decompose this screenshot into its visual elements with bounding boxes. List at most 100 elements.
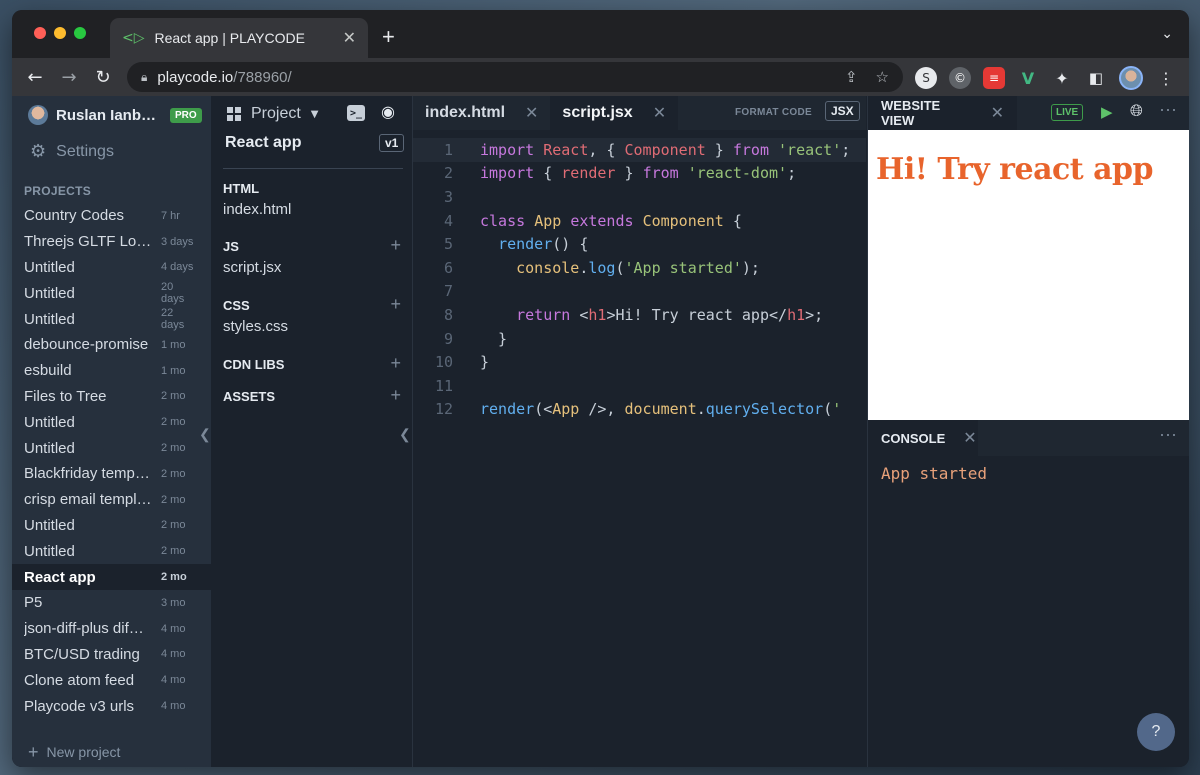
new-project-button[interactable]: + New project xyxy=(28,737,211,767)
project-list-item[interactable]: BTC/USD trading 4 mo xyxy=(12,642,211,668)
back-button[interactable]: ← xyxy=(18,67,52,88)
live-badge[interactable]: LIVE xyxy=(1051,104,1084,121)
settings-link[interactable]: ⚙ Settings xyxy=(30,141,114,162)
divider xyxy=(223,168,403,169)
reload-button[interactable]: ↻ xyxy=(86,67,120,88)
project-date: 2 mo xyxy=(161,545,186,558)
run-play-icon[interactable]: ▶ xyxy=(1101,103,1113,121)
file-item[interactable]: index.html xyxy=(223,201,401,218)
project-list-item[interactable]: Files to Tree 2 mo xyxy=(12,384,211,410)
project-name: esbuild xyxy=(24,362,72,380)
code-area[interactable]: 1 import React, { Component } from 'react… xyxy=(413,138,866,421)
project-date: 4 mo xyxy=(161,674,186,687)
browser-tab[interactable]: <▷ React app | PLAYCODE ✕ xyxy=(110,18,368,58)
project-list-item[interactable]: Untitled 22 days xyxy=(12,306,211,332)
project-list-item[interactable]: Clone atom feed 4 mo xyxy=(12,667,211,693)
extension-s-icon[interactable]: S xyxy=(915,67,937,89)
add-file-icon[interactable]: + xyxy=(390,354,401,372)
close-tab-icon[interactable]: ✕ xyxy=(963,428,976,448)
project-date: 3 mo xyxy=(161,596,186,609)
project-list-item[interactable]: P5 3 mo xyxy=(12,590,211,616)
project-name: Untitled xyxy=(24,413,75,431)
close-tab-icon[interactable]: ✕ xyxy=(525,103,538,123)
project-list-item[interactable]: esbuild 1 mo xyxy=(12,358,211,384)
file-item[interactable]: script.jsx xyxy=(223,259,401,276)
browser-menu-icon[interactable]: ⋮ xyxy=(1155,67,1177,89)
project-date: 4 mo xyxy=(161,648,186,661)
tab-console[interactable]: CONSOLE ✕ xyxy=(868,420,978,456)
help-button[interactable]: ? xyxy=(1137,713,1175,751)
version-badge[interactable]: v1 xyxy=(379,134,405,152)
file-section: CDN LIBS + xyxy=(223,354,401,372)
collapse-sidebar-icon[interactable]: ❮ xyxy=(199,426,211,443)
project-list-item[interactable]: Threejs GLTF Lo… 3 days xyxy=(12,229,211,255)
tab-index-html[interactable]: index.html ✕ xyxy=(413,96,550,130)
tab-website-view[interactable]: WEBSITE VIEW ✕ xyxy=(868,96,1017,130)
vue-devtools-icon[interactable]: V xyxy=(1017,67,1039,89)
maximize-window-button[interactable] xyxy=(74,27,86,39)
website-preview[interactable]: Hi! Try react app xyxy=(868,130,1189,420)
project-list-item[interactable]: Untitled 2 mo xyxy=(12,435,211,461)
code-line: 2 import { render } from 'react-dom'; xyxy=(443,164,797,183)
file-section: HTML index.html xyxy=(223,181,401,218)
file-item[interactable]: styles.css xyxy=(223,318,401,335)
new-tab-button[interactable]: + xyxy=(382,24,395,50)
playcode-logo-icon: <▷ xyxy=(122,30,145,46)
profile-avatar[interactable] xyxy=(1119,66,1143,90)
collapse-files-icon[interactable]: ❮ xyxy=(399,426,411,443)
lock-icon[interactable]: 🔒︎ xyxy=(141,70,147,85)
close-tab-icon[interactable]: ✕ xyxy=(653,103,666,123)
minimize-window-button[interactable] xyxy=(54,27,66,39)
address-bar[interactable]: 🔒︎ playcode.io/788960/ ⇪ ☆ xyxy=(127,62,903,92)
globe-icon[interactable]: 🌐︎ xyxy=(1130,101,1143,121)
more-options-icon[interactable]: ··· xyxy=(1159,99,1177,120)
project-list-item[interactable]: debounce-promise 1 mo xyxy=(12,332,211,358)
project-name: crisp email templ… xyxy=(24,491,152,509)
project-name: P5 xyxy=(24,594,43,612)
extensions-puzzle-icon[interactable]: ✦ xyxy=(1051,67,1073,89)
project-list-item[interactable]: Country Codes 7 hr xyxy=(12,203,211,229)
file-section: ASSETS + xyxy=(223,386,401,404)
project-list-item[interactable]: Untitled 4 days xyxy=(12,255,211,281)
project-list-item[interactable]: crisp email templ… 2 mo xyxy=(12,487,211,513)
browser-tabbar: <▷ React app | PLAYCODE ✕ + ⌄ xyxy=(12,10,1189,58)
project-list-item[interactable]: Untitled 2 mo xyxy=(12,538,211,564)
bookmark-star-icon[interactable]: ☆ xyxy=(876,68,889,86)
user-menu[interactable]: Ruslan Ianb… PRO xyxy=(28,105,202,125)
close-tab-icon[interactable]: ✕ xyxy=(991,103,1004,123)
project-list-item[interactable]: Blackfriday temp… 2 mo xyxy=(12,461,211,487)
code-line: 10} xyxy=(434,353,490,372)
project-menu[interactable]: Project ▼ xyxy=(227,105,319,123)
close-tab-icon[interactable]: ✕ xyxy=(343,28,356,48)
tab-script-jsx[interactable]: script.jsx ✕ xyxy=(550,96,679,130)
sidepanel-icon[interactable]: ◧ xyxy=(1085,67,1107,89)
browser-toolbar: ← → ↻ 🔒︎ playcode.io/788960/ ⇪ ☆ S © ≡ V… xyxy=(12,58,1189,96)
project-name: Country Codes xyxy=(24,207,125,225)
console-output: App started xyxy=(881,464,987,483)
extension-coin-icon[interactable]: © xyxy=(949,67,971,89)
project-name: Blackfriday temp… xyxy=(24,465,150,483)
more-options-icon[interactable]: ··· xyxy=(1159,424,1177,445)
extension-red-icon[interactable]: ≡ xyxy=(983,67,1005,89)
project-name[interactable]: React app xyxy=(225,134,301,152)
project-list-item[interactable]: Playcode v3 urls 4 mo xyxy=(12,693,211,719)
forward-button[interactable]: → xyxy=(52,67,86,88)
add-file-icon[interactable]: + xyxy=(390,295,401,313)
add-file-icon[interactable]: + xyxy=(390,386,401,404)
eye-icon[interactable]: ◉ xyxy=(381,102,395,121)
add-file-icon[interactable]: + xyxy=(390,236,401,254)
project-list-item[interactable]: React app 2 mo xyxy=(12,564,211,590)
share-icon[interactable]: ⇪ xyxy=(845,68,858,86)
project-name: debounce-promise xyxy=(24,336,149,354)
tab-search-chevron-icon[interactable]: ⌄ xyxy=(1161,26,1173,42)
close-window-button[interactable] xyxy=(34,27,46,39)
project-name: Playcode v3 urls xyxy=(24,697,135,715)
extensions-area: S © ≡ V ✦ ◧ ⋮ xyxy=(915,66,1177,90)
project-list-item[interactable]: Untitled 20 days xyxy=(12,280,211,306)
project-list-item[interactable]: Untitled 2 mo xyxy=(12,409,211,435)
language-badge[interactable]: JSX xyxy=(825,101,860,121)
project-list-item[interactable]: Untitled 2 mo xyxy=(12,513,211,539)
format-code-button[interactable]: FORMAT CODE xyxy=(735,107,812,118)
terminal-icon[interactable]: >_ xyxy=(347,105,365,121)
project-list-item[interactable]: json-diff-plus dif… 4 mo xyxy=(12,616,211,642)
